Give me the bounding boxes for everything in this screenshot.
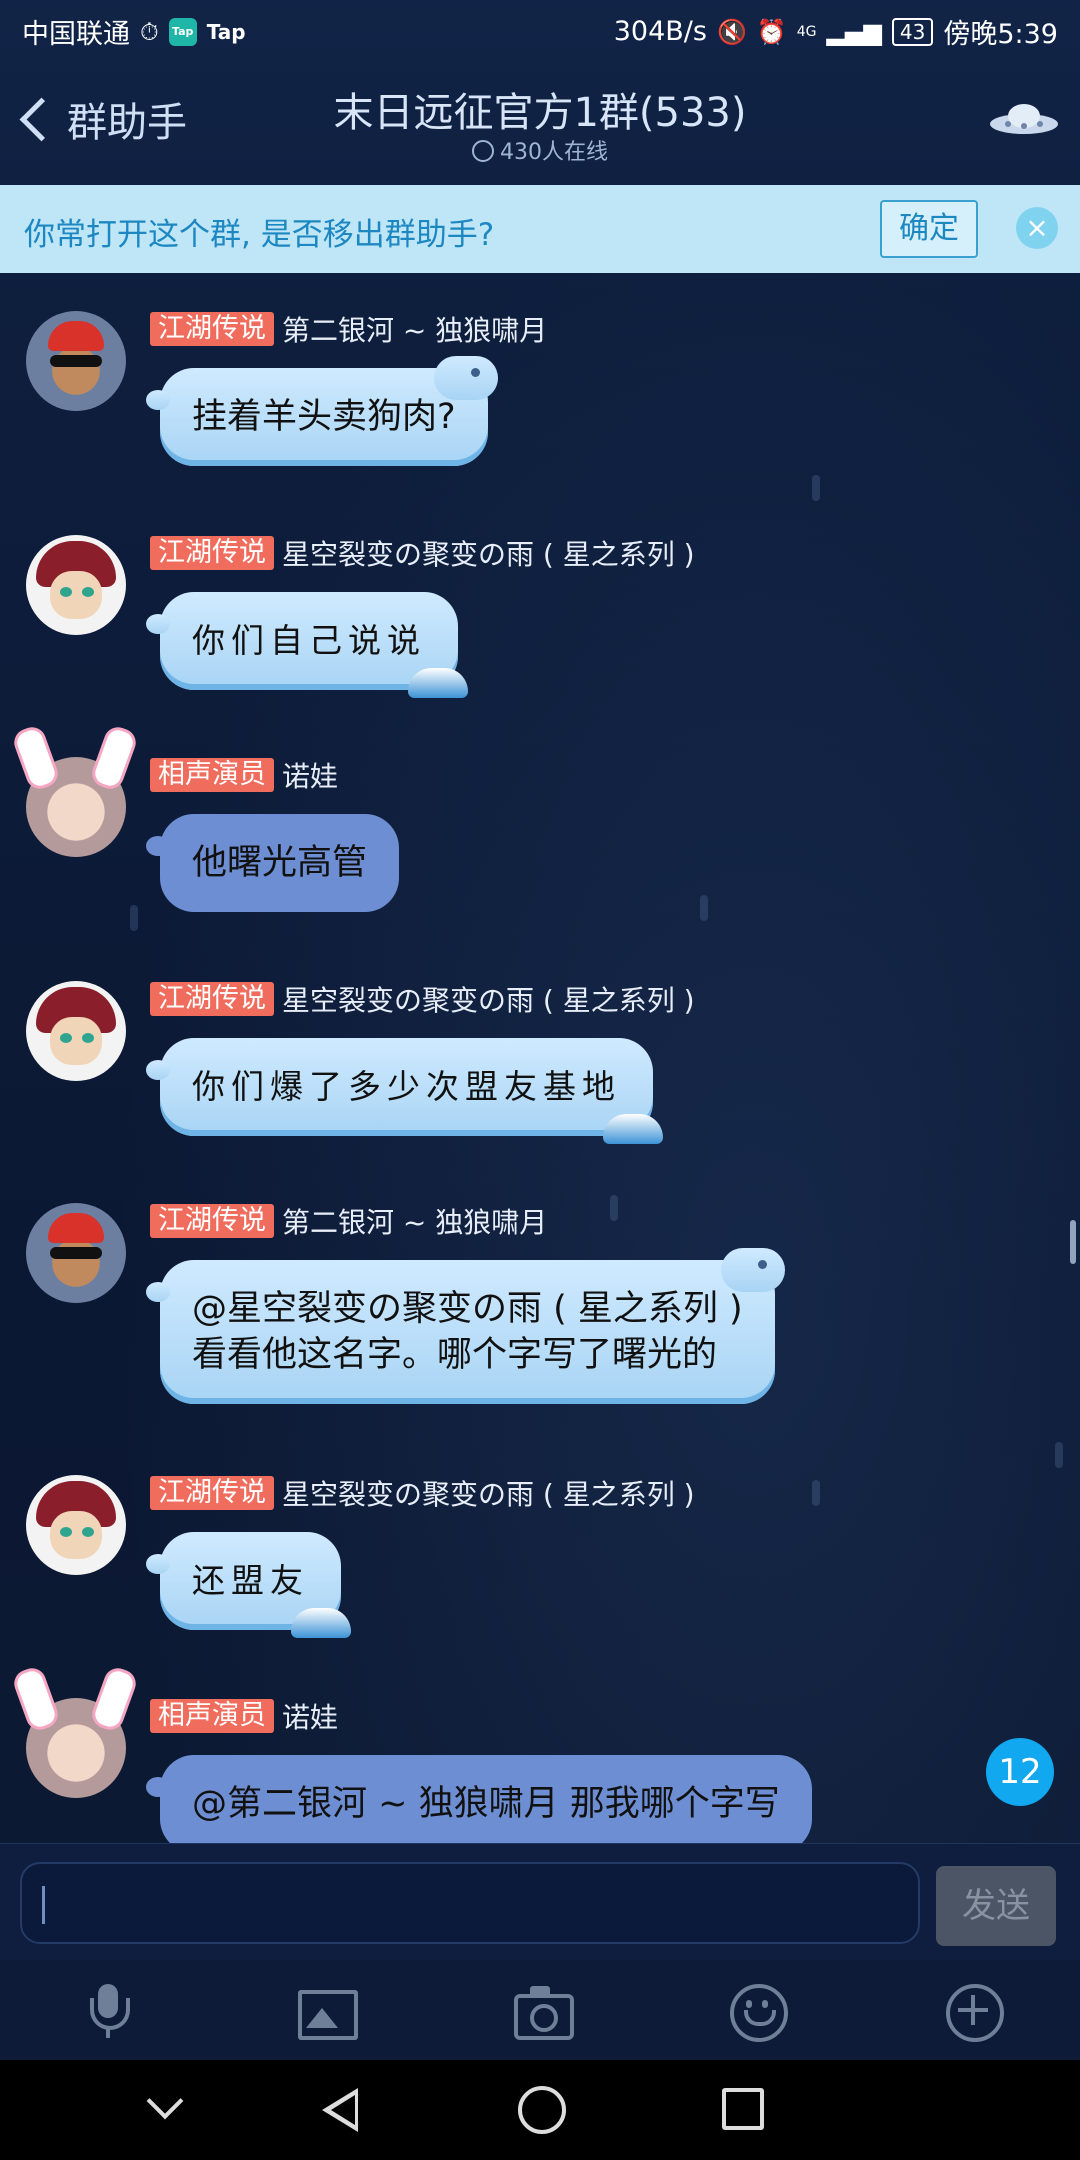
confirm-button[interactable]: 确定 (880, 200, 978, 258)
message-bubble[interactable]: @星空裂变の聚变の雨 ( 星之系列 ) 看看他这名字。哪个字写了曙光的 (146, 1248, 785, 1404)
message-text: @第二银河 ~ 独狼啸月 那我哪个字写 (192, 1784, 780, 1824)
bunny-ear-icon (88, 723, 140, 793)
hide-nav-icon[interactable] (146, 2082, 184, 2120)
plus-icon[interactable] (944, 1982, 1004, 2042)
ufo-icon[interactable] (988, 94, 1060, 142)
sender-row: 江湖传说 星空裂变の聚变の雨 ( 星之系列 ) (150, 535, 695, 571)
message-text: @星空裂变の聚变の雨 ( 星之系列 ) (192, 1289, 743, 1329)
sender-name[interactable]: 星空裂变の聚变の雨 ( 星之系列 ) (282, 1473, 695, 1513)
clock: 傍晚5:39 (943, 19, 1058, 50)
message-text: 你们爆了多少次盟友基地 (192, 1067, 621, 1106)
online-count: 430人在线 (0, 134, 1080, 166)
close-icon[interactable]: × (1016, 207, 1058, 249)
unread-count-badge[interactable]: 12 (986, 1738, 1054, 1806)
sender-row: 相声演员 诺娃 (150, 757, 338, 793)
recents-nav-icon[interactable] (722, 2088, 764, 2130)
message-list[interactable]: 江湖传说 第二银河 ~ 独狼啸月 挂着羊头卖狗肉? 江湖传说 星空裂变の聚变の雨… (0, 273, 1080, 1843)
title-badge: 江湖传说 (150, 1204, 274, 1238)
tap-label: Tap (206, 19, 246, 44)
sender-row: 江湖传说 星空裂变の聚变の雨 ( 星之系列 ) (150, 1475, 695, 1511)
mic-icon[interactable] (78, 1982, 138, 2042)
battery-level: 43 (891, 17, 934, 46)
camera-icon[interactable] (512, 1982, 574, 2042)
message-text: 你们自己说说 (192, 621, 426, 660)
carrier-label: 中国联通 (22, 19, 130, 50)
sender-name[interactable]: 第二银河 ~ 独狼啸月 (282, 309, 547, 349)
title-badge: 江湖传说 (150, 982, 274, 1016)
wave-decoration-icon (603, 1114, 663, 1144)
emoji-icon[interactable] (728, 1982, 788, 2042)
alarm-icon: ⏰ (756, 17, 787, 46)
input-toolbar (0, 1960, 1080, 2060)
timer-icon: ⏱ (140, 17, 159, 46)
message-text: 挂着羊头卖狗肉? (192, 397, 456, 437)
sender-row: 江湖传说 星空裂变の聚变の雨 ( 星之系列 ) (150, 981, 695, 1017)
check-circle-icon (472, 140, 494, 162)
avatar[interactable] (26, 311, 126, 411)
bubble-decoration-icon (433, 356, 498, 400)
bunny-ear-icon (10, 723, 62, 793)
system-nav-bar (0, 2060, 1080, 2160)
title-badge: 江湖传说 (150, 1476, 274, 1510)
wave-decoration-icon (291, 1608, 351, 1638)
wave-decoration-icon (408, 668, 468, 698)
message-text: 还盟友 (192, 1561, 309, 1600)
message-input[interactable] (20, 1862, 920, 1944)
chat-header: 群助手 末日远征官方1群(533) 430人在线 (0, 60, 1080, 185)
avatar[interactable] (26, 981, 126, 1081)
net-speed: 304B/s (613, 16, 707, 47)
sender-name[interactable]: 诺娃 (282, 755, 338, 795)
send-button[interactable]: 发送 (936, 1866, 1056, 1946)
avatar[interactable] (26, 535, 126, 635)
message-bubble[interactable]: 你们自己说说 (146, 592, 468, 698)
message-bubble[interactable]: @第二银河 ~ 独狼啸月 那我哪个字写 (146, 1755, 812, 1843)
signal-icon: ▂▄▆ (826, 17, 882, 46)
online-text: 430人在线 (500, 140, 608, 165)
bunny-ear-icon (88, 1664, 140, 1734)
sender-row: 江湖传说 第二银河 ~ 独狼啸月 (150, 1203, 547, 1239)
message-text: 他曙光高管 (192, 843, 368, 883)
sender-row: 相声演员 诺娃 (150, 1698, 338, 1734)
bubble-decoration-icon (720, 1248, 785, 1292)
scrollbar[interactable] (1070, 1220, 1076, 1264)
sender-name[interactable]: 诺娃 (282, 1696, 338, 1736)
banner-text: 你常打开这个群, 是否移出群助手? (24, 217, 495, 253)
message-bubble[interactable]: 他曙光高管 (146, 814, 400, 912)
title-badge: 相声演员 (150, 1699, 274, 1733)
mute-icon: 🔇 (716, 17, 747, 46)
network-type: 4G (796, 23, 817, 40)
bunny-ear-icon (10, 1664, 62, 1734)
avatar[interactable] (26, 1475, 126, 1575)
tap-app-icon: Tap (168, 17, 197, 46)
title-badge: 相声演员 (150, 758, 274, 792)
title-badge: 江湖传说 (150, 536, 274, 570)
text-caret (42, 1886, 45, 1924)
avatar[interactable] (26, 1203, 126, 1303)
message-bubble[interactable]: 挂着羊头卖狗肉? (146, 356, 498, 466)
input-bar: 发送 (0, 1843, 1080, 1961)
message-text: 看看他这名字。哪个字写了曙光的 (192, 1335, 718, 1375)
title-badge: 江湖传说 (150, 312, 274, 346)
sender-row: 江湖传说 第二银河 ~ 独狼啸月 (150, 311, 547, 347)
assistant-banner: 你常打开这个群, 是否移出群助手? 确定 × (0, 185, 1080, 273)
status-bar: 中国联通 ⏱ Tap Tap 304B/s 🔇 ⏰ 4G ▂▄▆ 43 傍晚5:… (0, 0, 1080, 60)
sender-name[interactable]: 星空裂变の聚变の雨 ( 星之系列 ) (282, 979, 695, 1019)
message-bubble[interactable]: 你们爆了多少次盟友基地 (146, 1038, 663, 1144)
message-bubble[interactable]: 还盟友 (146, 1532, 351, 1638)
image-icon[interactable] (296, 1982, 358, 2042)
home-nav-icon[interactable] (518, 2086, 566, 2134)
sender-name[interactable]: 星空裂变の聚变の雨 ( 星之系列 ) (282, 533, 695, 573)
group-title[interactable]: 末日远征官方1群(533) (0, 80, 1080, 138)
sender-name[interactable]: 第二银河 ~ 独狼啸月 (282, 1201, 547, 1241)
